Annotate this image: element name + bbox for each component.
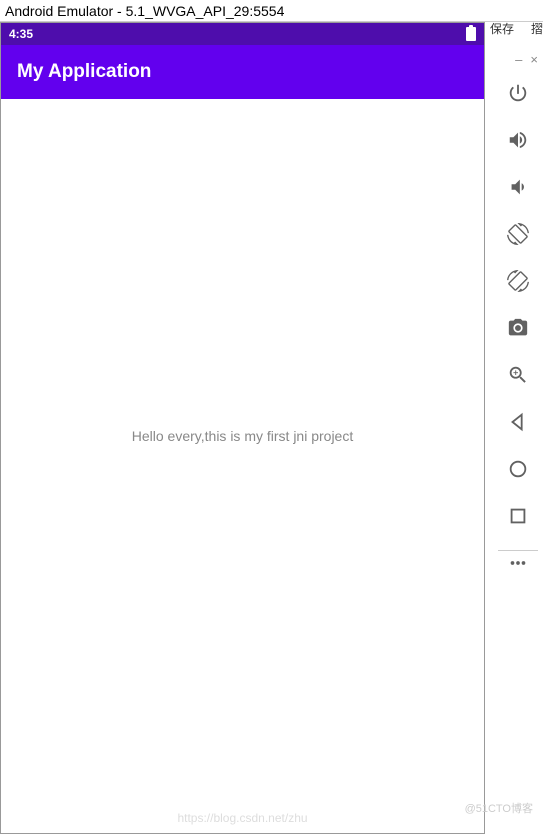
emulator-toolbar <box>505 80 531 576</box>
window-titlebar[interactable]: Android Emulator - 5.1_WVGA_API_29:5554 <box>0 0 543 22</box>
home-icon <box>507 458 529 480</box>
rotate-right-icon <box>507 270 529 292</box>
watermark-cto: @51CTO博客 <box>465 800 533 816</box>
toolbar-divider <box>498 550 538 551</box>
battery-icon <box>466 27 476 41</box>
sidebar-area: 保存 摺 – × <box>485 22 543 834</box>
zoom-icon <box>507 364 529 386</box>
home-button[interactable] <box>505 456 531 482</box>
partial-window-text2: 摺 <box>531 20 543 37</box>
minimize-button[interactable]: – <box>515 52 522 67</box>
phone-screen: 4:35 My Application Hello every,this is … <box>0 22 485 834</box>
back-icon <box>507 411 529 433</box>
app-bar: My Application <box>1 45 484 99</box>
window-title: Android Emulator - 5.1_WVGA_API_29:5554 <box>5 3 284 19</box>
back-button[interactable] <box>505 409 531 435</box>
rotate-left-button[interactable] <box>505 221 531 247</box>
status-time: 4:35 <box>9 27 33 41</box>
more-button[interactable] <box>505 550 531 576</box>
close-button[interactable]: × <box>530 52 538 67</box>
volume-down-icon <box>507 176 529 198</box>
camera-icon <box>507 317 529 339</box>
camera-button[interactable] <box>505 315 531 341</box>
volume-up-icon <box>507 129 529 151</box>
overview-icon <box>507 505 529 527</box>
more-icon <box>507 552 529 574</box>
volume-up-button[interactable] <box>505 127 531 153</box>
partial-window-text: 保存 <box>490 20 514 37</box>
side-window-controls: – × <box>515 52 538 67</box>
watermark-text: https://blog.csdn.net/zhu <box>177 811 307 825</box>
status-bar: 4:35 <box>1 23 484 45</box>
emulator-container: 4:35 My Application Hello every,this is … <box>0 22 543 834</box>
power-button[interactable] <box>505 80 531 106</box>
zoom-button[interactable] <box>505 362 531 388</box>
content-message: Hello every,this is my first jni project <box>132 428 353 444</box>
volume-down-button[interactable] <box>505 174 531 200</box>
rotate-left-icon <box>507 223 529 245</box>
power-icon <box>507 82 529 104</box>
rotate-right-button[interactable] <box>505 268 531 294</box>
content-area: Hello every,this is my first jni project <box>1 99 484 833</box>
overview-button[interactable] <box>505 503 531 529</box>
app-title: My Application <box>17 61 151 83</box>
